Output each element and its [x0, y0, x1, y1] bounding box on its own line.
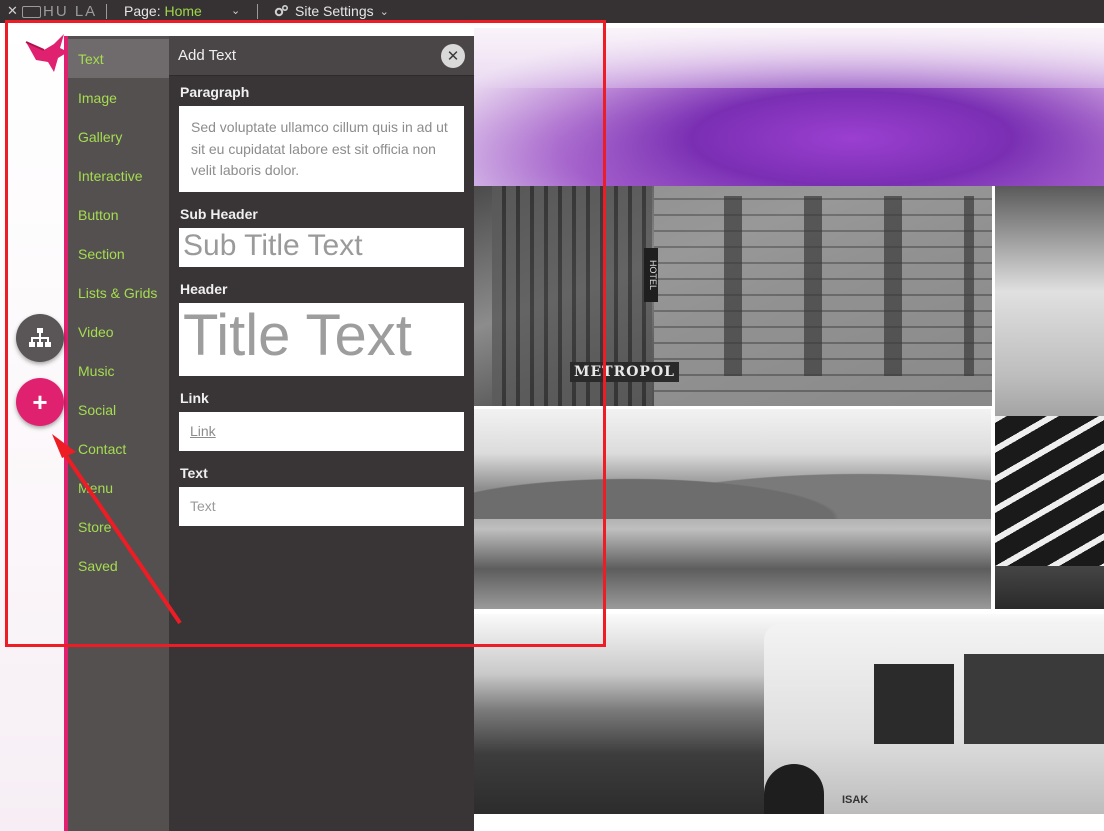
gear-icon	[274, 4, 289, 17]
chevron-down-icon: ⌄	[379, 5, 389, 18]
page-selector[interactable]: Page: Home	[124, 3, 202, 19]
logo-text: HU LA	[43, 3, 98, 20]
photo-jeep-body: ISAK	[764, 624, 1104, 814]
photo-jeep-window	[964, 654, 1104, 744]
photo-jeep-window	[874, 664, 954, 744]
photo-jeep-wheel	[764, 764, 824, 814]
photo-stairs	[995, 186, 1104, 609]
chevron-down-icon[interactable]: ⌄	[231, 4, 240, 17]
page-label: Page:	[124, 3, 161, 19]
photo-hotel-sign: HOTEL	[644, 248, 658, 302]
divider	[257, 4, 258, 19]
photo-jeep-brand: ISAK	[842, 794, 869, 806]
photo-stair-stripes	[995, 416, 1104, 566]
page-value: Home	[164, 3, 202, 19]
close-editor-icon[interactable]: ✕	[7, 3, 18, 19]
hula-logo: HU LA	[22, 3, 97, 20]
screen-icon	[22, 5, 41, 18]
annotation-highlight-box	[5, 20, 606, 647]
divider	[106, 4, 107, 19]
site-settings-button[interactable]: Site Settings ⌄	[274, 3, 389, 19]
site-settings-label: Site Settings	[295, 3, 374, 19]
photo-windows	[694, 196, 974, 376]
